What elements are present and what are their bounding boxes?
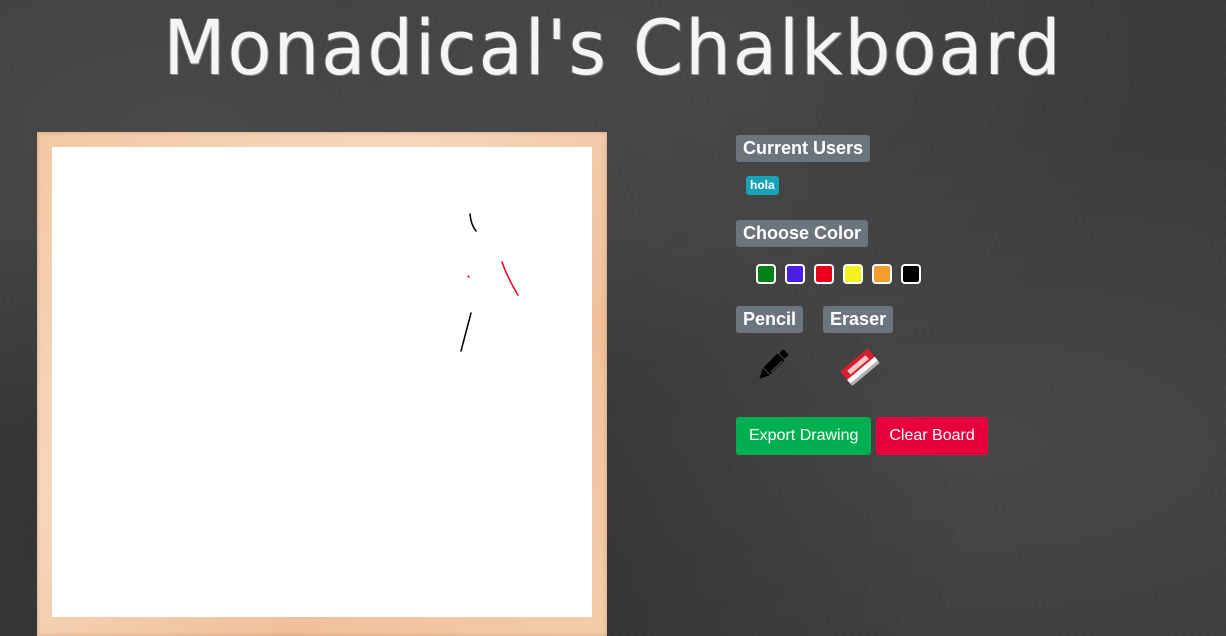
clear-board-button[interactable]: Clear Board: [876, 417, 988, 455]
pencil-tool: Pencil: [736, 306, 804, 388]
action-buttons: Export Drawing Clear Board: [736, 417, 1176, 455]
page-title: Monadical's Chalkboard: [163, 3, 1063, 93]
pencil-icon[interactable]: [750, 344, 794, 388]
pencil-label: Pencil: [736, 306, 804, 333]
eraser-tool: Eraser: [823, 306, 894, 388]
color-swatch-yellow[interactable]: [843, 264, 863, 284]
eraser-icon[interactable]: [837, 344, 881, 388]
user-badge: hola: [746, 176, 779, 195]
stroke-2: [501, 261, 519, 296]
stroke-3: [467, 275, 470, 278]
users-section: Current Users hola: [736, 135, 1176, 196]
whiteboard-frame: [37, 132, 607, 636]
choose-color-label: Choose Color: [736, 220, 869, 247]
color-swatches: [756, 264, 1176, 284]
color-section: Choose Color: [736, 220, 1176, 284]
color-swatch-red[interactable]: [814, 264, 834, 284]
stroke-4: [460, 312, 472, 352]
eraser-label: Eraser: [823, 306, 894, 333]
tools-section: Pencil Eraser: [736, 306, 1176, 388]
stroke-1: [469, 213, 477, 232]
users-list: hola: [746, 176, 1176, 196]
control-panel: Current Users hola Choose Color Pencil E…: [736, 135, 1176, 455]
color-swatch-purple[interactable]: [785, 264, 805, 284]
current-users-label: Current Users: [736, 135, 871, 162]
drawing-strokes: [460, 213, 519, 352]
color-swatch-black[interactable]: [901, 264, 921, 284]
export-drawing-button[interactable]: Export Drawing: [736, 417, 872, 455]
color-swatch-orange[interactable]: [872, 264, 892, 284]
drawing-canvas[interactable]: [52, 147, 592, 617]
color-swatch-green[interactable]: [756, 264, 776, 284]
